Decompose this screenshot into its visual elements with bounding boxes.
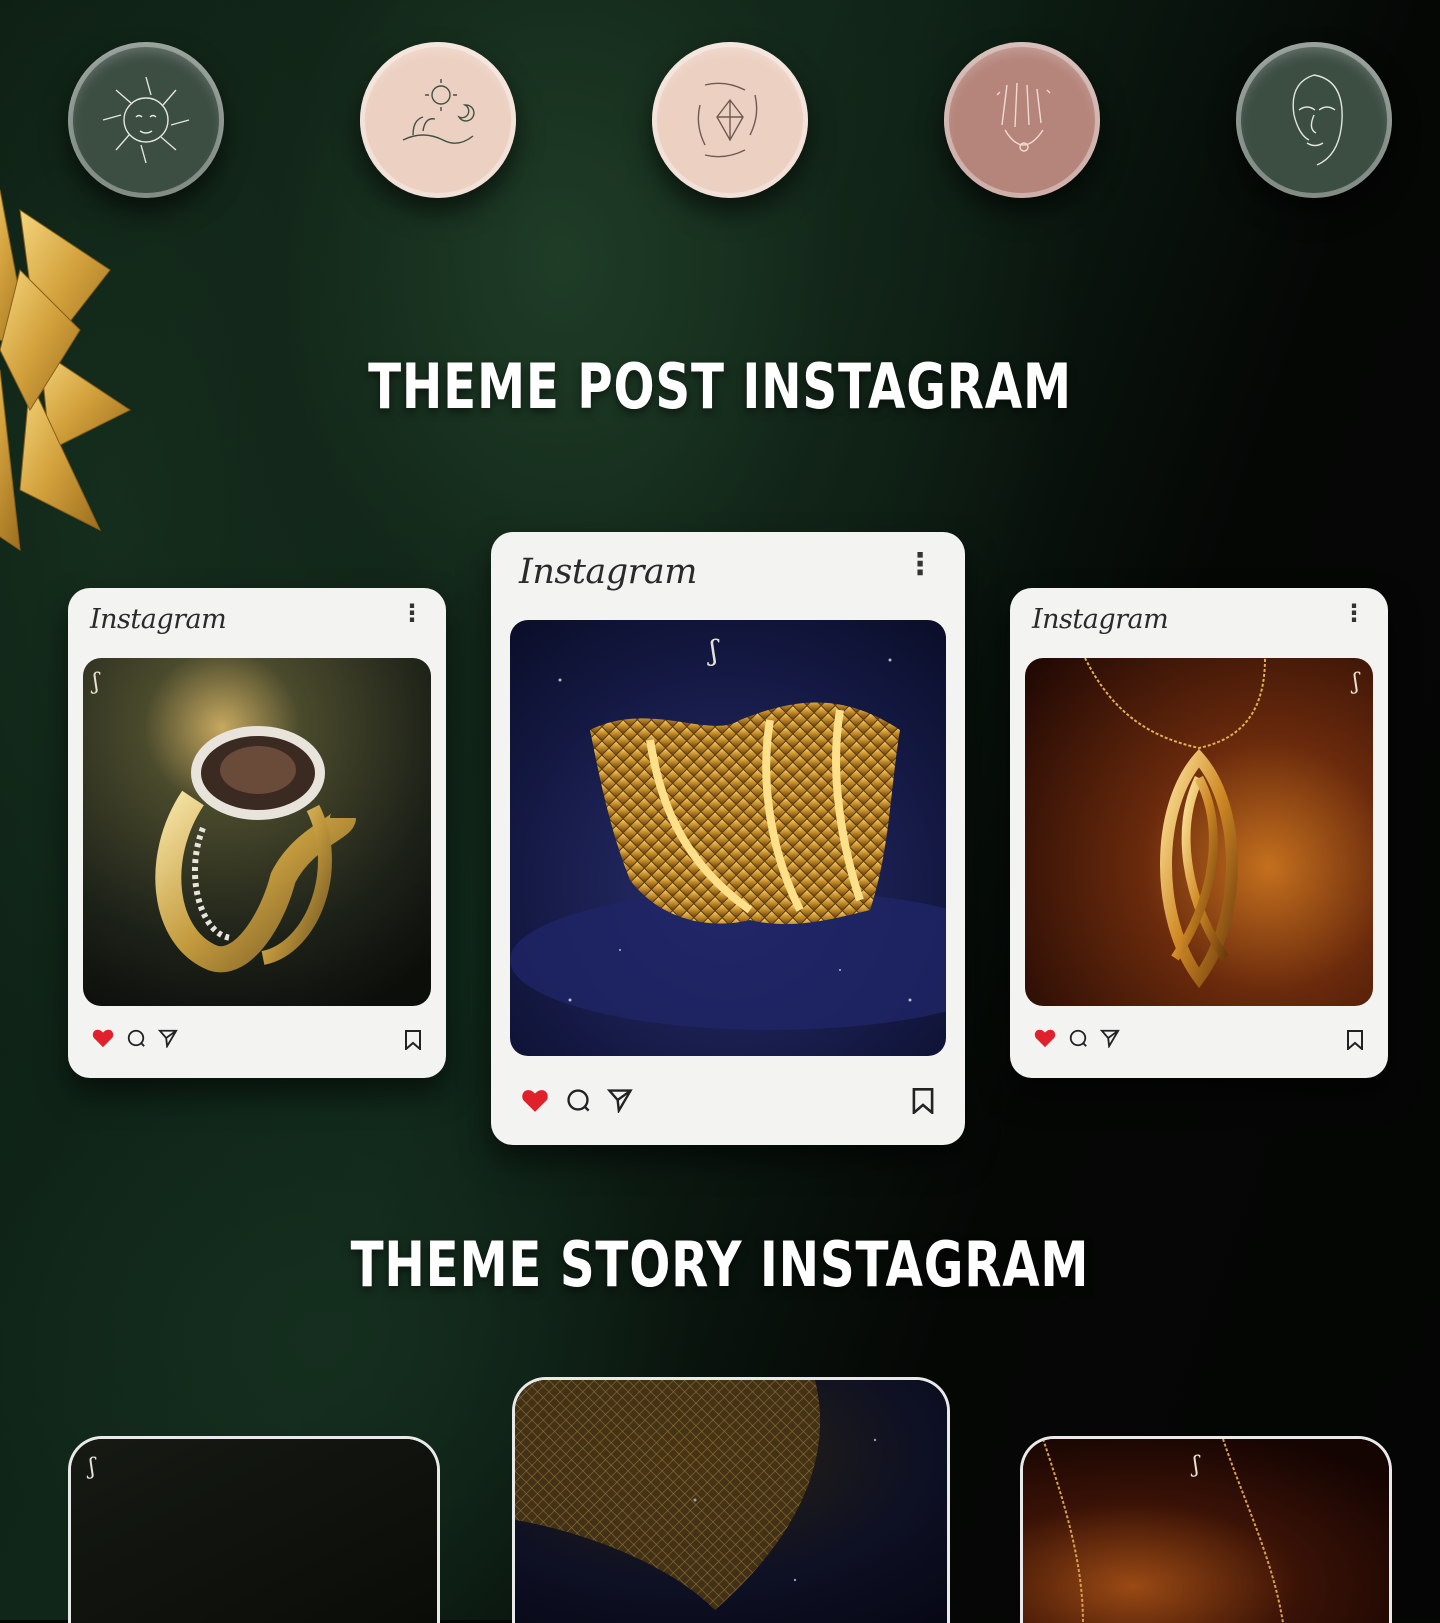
hands-jewelry-icon: [996, 82, 1051, 152]
story-right[interactable]: ʃ: [1020, 1436, 1392, 1623]
heart-icon[interactable]: [1034, 1028, 1056, 1048]
post-actions: [1034, 1028, 1120, 1048]
share-icon[interactable]: [158, 1028, 178, 1048]
more-options-icon[interactable]: ⋮: [1342, 601, 1366, 626]
highlight-hand[interactable]: [360, 42, 516, 198]
brand-logo: ʃ: [89, 1455, 95, 1480]
sun-face-icon: [102, 76, 190, 164]
more-options-icon[interactable]: ⋮: [905, 550, 935, 580]
post-card-left[interactable]: Instagram ⋮ ʃ: [68, 588, 446, 1078]
brand-logo: ʃ: [1193, 1453, 1199, 1478]
instagram-logo: Instagram: [90, 604, 227, 635]
hand-sun-moon-icon: [402, 79, 475, 144]
bookmark-icon[interactable]: [404, 1030, 422, 1050]
share-icon[interactable]: [607, 1087, 633, 1113]
bookmark-icon[interactable]: [1346, 1030, 1364, 1050]
instagram-logo: Instagram: [1032, 604, 1169, 635]
pendant-photo: ʃ: [1025, 658, 1373, 1006]
comment-icon[interactable]: [126, 1028, 146, 1048]
brand-logo: ʃ: [93, 670, 99, 695]
heart-icon[interactable]: [92, 1028, 114, 1048]
story-left[interactable]: ʃ: [68, 1436, 440, 1623]
post-card-center[interactable]: Instagram ⋮ ʃ: [491, 532, 965, 1145]
brand-logo: ʃ: [1353, 670, 1359, 695]
bracelet-photo: ʃ: [510, 620, 946, 1056]
heading-theme-post: THEME POST INSTAGRAM: [368, 350, 1072, 423]
post-card-right[interactable]: Instagram ⋮ ʃ: [1010, 588, 1388, 1078]
heading-theme-story: THEME STORY INSTAGRAM: [350, 1228, 1090, 1301]
brand-logo: ʃ: [710, 634, 718, 667]
comment-icon[interactable]: [565, 1087, 591, 1113]
highlight-jewelry[interactable]: [944, 42, 1100, 198]
highlight-crystal[interactable]: [652, 42, 808, 198]
share-icon[interactable]: [1100, 1028, 1120, 1048]
bookmark-icon[interactable]: [911, 1088, 935, 1114]
story-highlights: [0, 42, 1440, 202]
instagram-logo: Instagram: [519, 552, 697, 592]
line-face-icon: [1292, 74, 1343, 166]
ring-photo: ʃ: [83, 658, 431, 1006]
post-actions: [92, 1028, 178, 1048]
heart-icon[interactable]: [521, 1088, 549, 1113]
hands-crystal-icon: [697, 82, 758, 158]
more-options-icon[interactable]: ⋮: [400, 601, 424, 626]
story-center[interactable]: [512, 1377, 950, 1623]
post-actions: [521, 1087, 633, 1113]
highlight-face[interactable]: [1236, 42, 1392, 198]
highlight-sun[interactable]: [68, 42, 224, 198]
comment-icon[interactable]: [1068, 1028, 1088, 1048]
gold-bow-icon: [0, 189, 131, 552]
